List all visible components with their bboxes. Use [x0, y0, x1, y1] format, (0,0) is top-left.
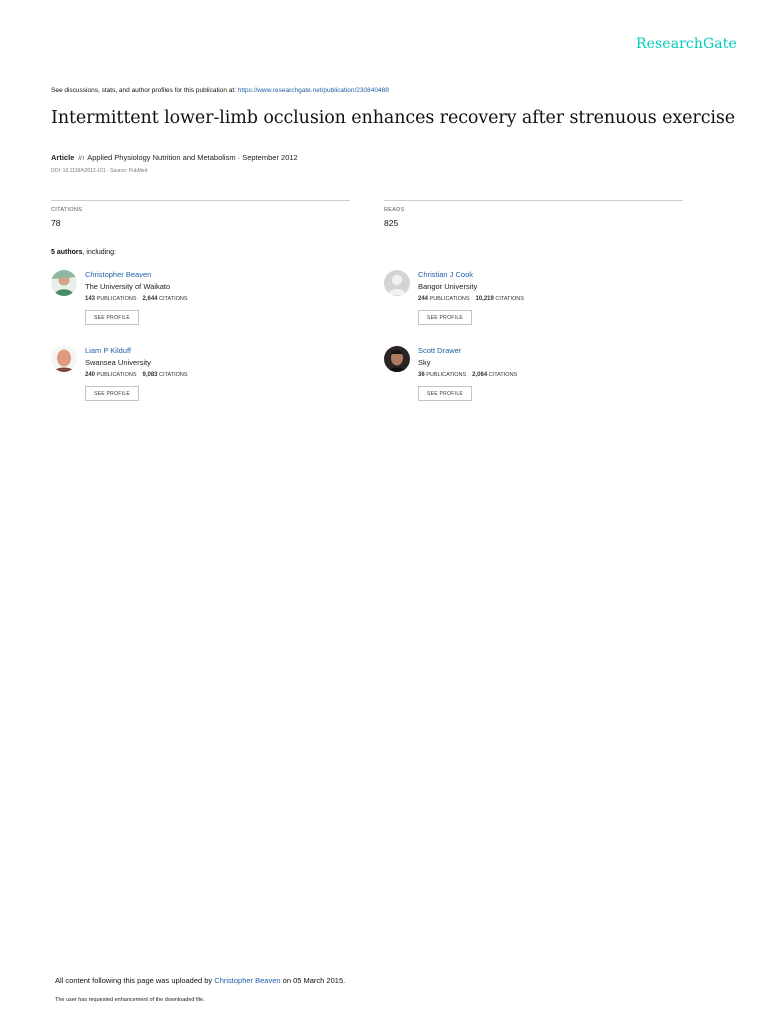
citations-label: CITATIONS [488, 372, 518, 378]
author-avatar[interactable] [384, 346, 410, 372]
authors-count: 5 authors [51, 249, 83, 256]
author-stats: 240 PUBLICATIONS 9,083 CITATIONS [85, 372, 188, 378]
author-institution: The University of Waikato [85, 282, 171, 291]
publications-count: 143 [85, 296, 96, 302]
reads-value: 825 [384, 218, 399, 228]
upload-suffix: on 05 March 2015. [280, 976, 346, 985]
author-stats: 244 PUBLICATIONS 10,219 CITATIONS [418, 296, 524, 302]
citations-count: 9,083 [142, 372, 158, 378]
citations-label: CITATIONS [159, 372, 188, 378]
reads-label: READS [384, 207, 405, 213]
reads-divider [384, 200, 683, 201]
journal-date: Applied Physiology Nutrition and Metabol… [87, 153, 298, 162]
author-stats: 36 PUBLICATIONS 2,064 CITATIONS [418, 372, 517, 378]
enhancement-note: The user has requested enhancement of th… [55, 997, 205, 1003]
paper-meta: Article in Applied Physiology Nutrition an… [51, 153, 298, 162]
researchgate-logo[interactable]: ResearchGate [636, 36, 737, 52]
avatar-photo-icon [51, 270, 77, 296]
discussion-intro: See discussions, stats, and author profi… [51, 87, 238, 94]
in-label: in [78, 153, 85, 162]
author-institution: Swansea University [85, 358, 151, 367]
citations-label: CITATIONS [495, 296, 524, 302]
author-avatar[interactable] [51, 346, 77, 372]
citations-label: CITATIONS [51, 207, 83, 213]
publication-link[interactable]: https://www.researchgate.net/publication… [238, 87, 389, 94]
uploader-link[interactable]: Christopher Beaven [214, 976, 280, 985]
author-institution: Sky [418, 358, 431, 367]
see-profile-button[interactable]: SEE PROFILE [418, 386, 472, 401]
discussion-line: See discussions, stats, and author profi… [51, 87, 389, 94]
authors-heading: 5 authors, including: [51, 249, 116, 256]
publications-count: 36 [418, 372, 425, 378]
publications-label: PUBLICATIONS [429, 296, 470, 302]
author-card: Christopher Beaven The University of Wai… [51, 270, 351, 340]
see-profile-button[interactable]: SEE PROFILE [85, 386, 139, 401]
author-card: Liam P Kilduff Swansea University 240 PU… [51, 346, 351, 416]
paper-type: Article [51, 153, 75, 162]
citations-divider [51, 200, 350, 201]
author-stats: 143 PUBLICATIONS 2,644 CITATIONS [85, 296, 188, 302]
see-profile-button[interactable]: SEE PROFILE [85, 310, 139, 325]
citations-count: 2,644 [142, 296, 158, 302]
authors-suffix: , including: [82, 249, 116, 256]
author-name[interactable]: Christian J Cook [418, 270, 473, 279]
author-avatar[interactable] [384, 270, 410, 296]
avatar-photo-icon [51, 346, 77, 372]
author-institution: Bangor University [418, 282, 478, 291]
author-avatar[interactable] [51, 270, 77, 296]
doi-source: DOI: 10.1139/h2012-101 · Source: PubMed [51, 168, 148, 174]
citations-value: 78 [51, 218, 61, 228]
see-profile-button[interactable]: SEE PROFILE [418, 310, 472, 325]
publications-label: PUBLICATIONS [426, 372, 467, 378]
paper-title: Intermittent lower-limb occlusion enhanc… [51, 108, 736, 128]
author-name[interactable]: Christopher Beaven [85, 270, 151, 279]
avatar-photo-icon [384, 346, 410, 372]
upload-note: All content following this page was uplo… [55, 976, 345, 985]
author-card: Scott Drawer Sky 36 PUBLICATIONS 2,064 CI… [384, 346, 684, 416]
citations-label: CITATIONS [159, 296, 188, 302]
publications-count: 240 [85, 372, 96, 378]
publications-count: 244 [418, 296, 429, 302]
citations-count: 2,064 [472, 372, 488, 378]
upload-prefix: All content following this page was uplo… [55, 976, 215, 985]
citations-count: 10,219 [475, 296, 494, 302]
author-name[interactable]: Scott Drawer [418, 346, 461, 355]
publications-label: PUBLICATIONS [96, 372, 137, 378]
author-card: Christian J Cook Bangor University 244 P… [384, 270, 684, 340]
default-avatar-icon [384, 270, 410, 296]
author-name[interactable]: Liam P Kilduff [85, 346, 131, 355]
publications-label: PUBLICATIONS [96, 296, 137, 302]
